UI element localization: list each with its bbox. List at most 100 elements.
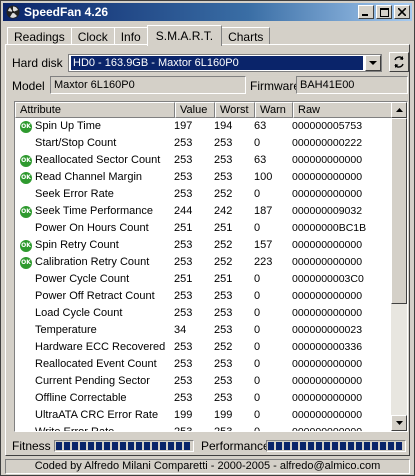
refresh-button[interactable] bbox=[389, 52, 409, 72]
table-row[interactable]: Write Error Rate 253 253 0 000000000000 bbox=[15, 424, 391, 432]
table-row[interactable]: Offline Correctable 253 253 0 000000000000 bbox=[15, 390, 391, 407]
status-bar: Coded by Alfredo Milani Comparetti - 200… bbox=[5, 459, 410, 474]
raw-cell: 000000000000 bbox=[292, 188, 363, 200]
table-row[interactable]: Start/Stop Count 253 253 0 000000000222 bbox=[15, 135, 391, 152]
table-row[interactable]: OK Reallocated Sector Count 253 253 63 000000… bbox=[15, 152, 391, 169]
warn-cell: 0 bbox=[254, 222, 261, 234]
attribute-name: Offline Correctable bbox=[35, 392, 127, 404]
attribute-cell: Hardware ECC Recovered bbox=[15, 339, 171, 356]
hard-disk-label: Hard disk bbox=[12, 56, 63, 70]
attribute-cell: Power Off Retract Count bbox=[15, 288, 171, 305]
maximize-button[interactable] bbox=[376, 5, 392, 19]
value-cell: 253 bbox=[174, 239, 193, 251]
maximize-icon bbox=[379, 7, 389, 17]
table-row[interactable]: OK Spin Retry Count 253 252 157 000000000000 bbox=[15, 237, 391, 254]
tab-smart[interactable]: S.M.A.R.T. bbox=[146, 25, 223, 46]
performance-bar-fill bbox=[268, 442, 404, 450]
table-row[interactable]: OK Read Channel Margin 253 253 100 0000000000… bbox=[15, 169, 391, 186]
worst-cell: 253 bbox=[214, 324, 233, 336]
table-row[interactable]: Current Pending Sector 253 253 0 00000000000… bbox=[15, 373, 391, 390]
attribute-name: Power Off Retract Count bbox=[35, 290, 155, 302]
warn-cell: 0 bbox=[254, 188, 261, 200]
table-row[interactable]: UltraATA CRC Error Rate 199 199 0 0000000000… bbox=[15, 407, 391, 424]
tab-info[interactable]: Info bbox=[113, 27, 148, 45]
warn-cell: 100 bbox=[254, 171, 273, 183]
dropdown-button[interactable] bbox=[365, 55, 381, 71]
value-cell: 253 bbox=[174, 358, 193, 370]
worst-cell: 253 bbox=[214, 392, 233, 404]
scroll-up-button[interactable] bbox=[391, 102, 407, 118]
chevron-down-icon bbox=[369, 60, 377, 65]
scrollbar-thumb[interactable] bbox=[391, 118, 407, 304]
header-raw[interactable]: Raw bbox=[293, 102, 393, 118]
worst-cell: 199 bbox=[214, 409, 233, 421]
header-attribute[interactable]: Attribute bbox=[15, 102, 175, 118]
header-worst[interactable]: Worst bbox=[215, 102, 255, 118]
worst-cell: 253 bbox=[214, 290, 233, 302]
attribute-cell: OK Seek Time Performance bbox=[15, 203, 171, 220]
fan-icon bbox=[6, 5, 20, 19]
close-button[interactable] bbox=[394, 5, 410, 19]
worst-cell: 242 bbox=[214, 205, 233, 217]
attribute-cell: OK Spin Retry Count bbox=[15, 237, 171, 254]
ok-status-icon: OK bbox=[20, 120, 32, 133]
attribute-name: Power Cycle Count bbox=[35, 273, 130, 285]
worst-cell: 253 bbox=[214, 171, 233, 183]
tab-clock[interactable]: Clock bbox=[70, 27, 115, 45]
table-row[interactable]: Hardware ECC Recovered 253 252 0 00000000033… bbox=[15, 339, 391, 356]
value-cell: 253 bbox=[174, 341, 193, 353]
worst-cell: 253 bbox=[214, 426, 233, 432]
vertical-scrollbar[interactable] bbox=[391, 102, 407, 431]
raw-cell: 000000000222 bbox=[292, 137, 363, 149]
value-cell: 253 bbox=[174, 188, 193, 200]
value-cell: 253 bbox=[174, 256, 193, 268]
warn-cell: 187 bbox=[254, 205, 273, 217]
attribute-name: Load Cycle Count bbox=[35, 307, 123, 319]
attribute-cell: Seek Error Rate bbox=[15, 186, 171, 203]
attribute-cell: Start/Stop Count bbox=[15, 135, 171, 152]
title-bar[interactable]: SpeedFan 4.26 bbox=[3, 3, 412, 21]
speedfan-window: SpeedFan 4.26 Readings Clock Info S.M.A.… bbox=[0, 0, 415, 476]
minimize-button[interactable] bbox=[358, 5, 374, 19]
table-row[interactable]: OK Seek Time Performance 244 242 187 00000000… bbox=[15, 203, 391, 220]
table-row[interactable]: Seek Error Rate 253 252 0 000000000000 bbox=[15, 186, 391, 203]
attribute-name: Seek Error Rate bbox=[35, 188, 114, 200]
value-cell: 253 bbox=[174, 154, 193, 166]
hard-disk-select[interactable]: HD0 - 163.9GB - Maxtor 6L160P0 bbox=[68, 54, 382, 72]
tab-charts[interactable]: Charts bbox=[221, 27, 271, 45]
fitness-bar-fill bbox=[56, 442, 192, 450]
table-row[interactable]: Load Cycle Count 253 253 0 000000000000 bbox=[15, 305, 391, 322]
raw-cell: 000000000023 bbox=[292, 324, 363, 336]
performance-bar bbox=[266, 440, 406, 452]
ok-status-icon: OK bbox=[20, 256, 32, 269]
model-label: Model bbox=[12, 79, 45, 93]
firmware-label: Firmware bbox=[250, 79, 300, 93]
ok-status-icon: OK bbox=[20, 171, 32, 184]
smart-table[interactable]: Attribute Value Worst Warn Raw OK Spin Up… bbox=[14, 101, 408, 432]
header-warn[interactable]: Warn bbox=[255, 102, 293, 118]
warn-cell: 157 bbox=[254, 239, 273, 251]
attribute-name: Seek Time Performance bbox=[35, 205, 153, 217]
attribute-cell: OK Spin Up Time bbox=[15, 118, 171, 135]
header-value[interactable]: Value bbox=[175, 102, 215, 118]
ok-status-icon: OK bbox=[20, 205, 32, 218]
table-row[interactable]: Power On Hours Count 251 251 0 00000000BC1B bbox=[15, 220, 391, 237]
fitness-bar bbox=[54, 440, 194, 452]
fitness-label: Fitness bbox=[12, 439, 51, 453]
table-row[interactable]: OK Calibration Retry Count 253 252 223 000000… bbox=[15, 254, 391, 271]
attribute-name: Hardware ECC Recovered bbox=[35, 341, 166, 353]
table-row[interactable]: Power Off Retract Count 253 253 0 0000000000… bbox=[15, 288, 391, 305]
table-row[interactable]: Temperature 34 253 0 000000000023 bbox=[15, 322, 391, 339]
attribute-cell: OK Calibration Retry Count bbox=[15, 254, 171, 271]
value-cell: 199 bbox=[174, 409, 193, 421]
value-cell: 244 bbox=[174, 205, 193, 217]
tab-readings[interactable]: Readings bbox=[7, 27, 72, 45]
table-row[interactable]: OK Spin Up Time 197 194 63 000000005753 bbox=[15, 118, 391, 135]
scroll-down-button[interactable] bbox=[391, 415, 407, 431]
table-row[interactable]: Power Cycle Count 251 251 0 0000000003C0 bbox=[15, 271, 391, 288]
table-row[interactable]: Reallocated Event Count 253 253 0 0000000000… bbox=[15, 356, 391, 373]
attribute-cell: OK Reallocated Sector Count bbox=[15, 152, 171, 169]
smart-panel: Hard disk HD0 - 163.9GB - Maxtor 6L160P0… bbox=[5, 44, 410, 456]
attribute-name: Calibration Retry Count bbox=[35, 256, 150, 268]
value-cell: 253 bbox=[174, 290, 193, 302]
